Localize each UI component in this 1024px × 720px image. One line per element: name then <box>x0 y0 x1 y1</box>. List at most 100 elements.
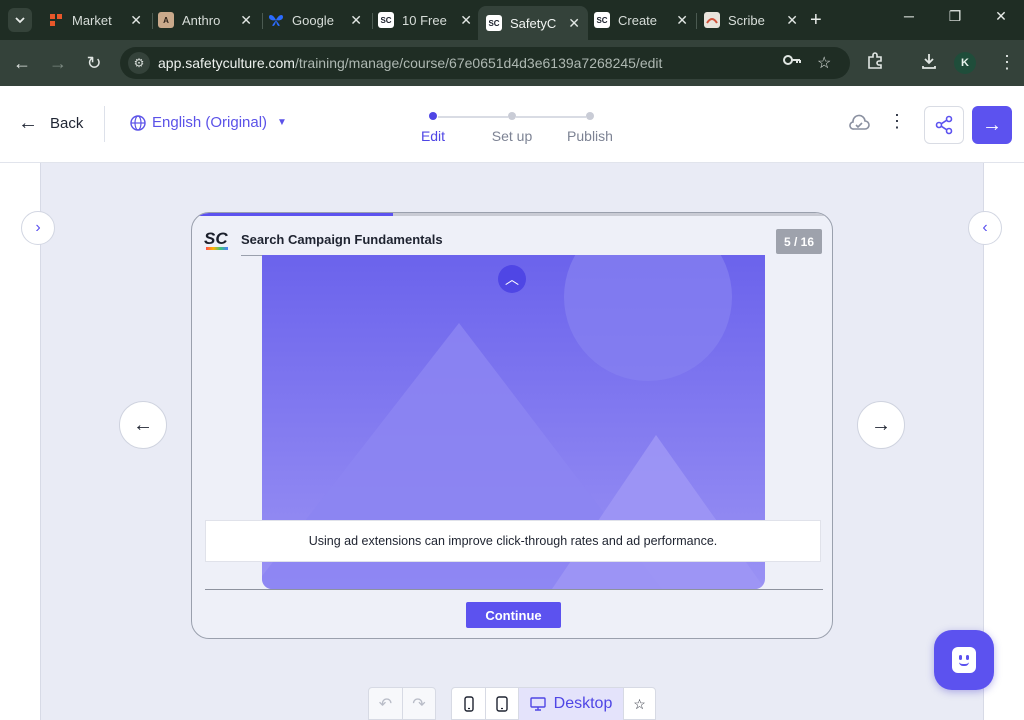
chevron-down-icon <box>15 17 25 24</box>
expand-left-panel-button[interactable]: › <box>21 211 55 245</box>
step-dot <box>429 112 437 120</box>
extensions-icon[interactable] <box>866 52 884 75</box>
editor-header: ← Back English (Original) ▼ Edit Set up … <box>0 86 1024 163</box>
desktop-preview-button[interactable]: Desktop <box>518 688 623 720</box>
tab-title: Google <box>292 12 334 28</box>
tab-title: 10 Free <box>402 12 447 28</box>
restore-icon[interactable]: ❐ <box>943 8 967 25</box>
browser-tab[interactable]: Market ✕ <box>40 6 150 34</box>
next-step-button[interactable]: → <box>972 106 1012 144</box>
device-preview-switcher: Desktop ☆ <box>451 687 656 720</box>
browser-forward-icon[interactable]: → <box>46 52 70 74</box>
caret-down-icon: ▼ <box>277 117 287 128</box>
phone-icon <box>463 696 474 712</box>
progress-stepper: Edit Set up Publish <box>405 109 625 149</box>
browser-tab[interactable]: SC Create ✕ <box>586 6 696 34</box>
tab-title: Scribe <box>728 12 765 28</box>
more-options-icon[interactable]: ⋮ <box>888 111 906 132</box>
download-icon[interactable] <box>920 52 938 75</box>
close-icon[interactable]: ✕ <box>240 12 252 29</box>
password-key-icon[interactable] <box>782 53 802 72</box>
desktop-label: Desktop <box>553 695 613 712</box>
scribe-icon <box>704 12 720 28</box>
browser-menu-icon[interactable]: ⋮ <box>998 52 1016 73</box>
back-button[interactable]: ← Back <box>18 112 84 134</box>
safetyculture-logo: SC <box>204 229 228 250</box>
browser-tab[interactable]: A Anthro ✕ <box>150 6 260 34</box>
collapse-media-button[interactable]: ︿ <box>498 265 526 293</box>
profile-avatar[interactable]: K <box>954 52 976 74</box>
step-edit[interactable]: Edit <box>393 109 473 144</box>
close-icon[interactable]: ✕ <box>350 12 362 29</box>
browser-tab[interactable]: Scribe ✕ <box>696 6 806 34</box>
site-settings-icon[interactable]: ⚙ <box>128 52 150 74</box>
mobile-preview-button[interactable] <box>452 688 485 720</box>
divider <box>205 589 823 590</box>
chevron-left-icon: ‹ <box>982 219 988 236</box>
step-publish[interactable]: Publish <box>550 109 630 144</box>
undo-icon[interactable]: ↶ <box>369 688 402 720</box>
cloud-saved-icon <box>848 114 870 134</box>
arrow-left-icon: ← <box>133 413 153 436</box>
back-label: Back <box>50 114 84 132</box>
previous-slide-button[interactable]: ← <box>119 401 167 449</box>
browser-tab-active[interactable]: SC SafetyC ✕ <box>478 6 588 40</box>
continue-button[interactable]: Continue <box>466 602 561 628</box>
new-tab-button[interactable]: + <box>810 10 822 30</box>
address-bar[interactable]: ⚙ app.safetyculture.com/training/manage/… <box>120 47 850 79</box>
tablet-preview-button[interactable] <box>485 688 518 720</box>
window-close-icon[interactable]: ✕ <box>989 8 1013 25</box>
arrow-right-icon: → <box>871 413 891 436</box>
globe-icon <box>130 114 146 131</box>
butterfly-icon <box>268 12 284 28</box>
expand-right-panel-button[interactable]: ‹ <box>968 211 1002 245</box>
star-icon: ☆ <box>633 695 646 712</box>
slide-caption[interactable]: Using ad extensions can improve click-th… <box>205 520 821 562</box>
anthropic-icon: A <box>158 12 174 28</box>
safetyculture-icon: SC <box>486 15 502 31</box>
tab-title: Market <box>72 12 112 28</box>
chat-bot-icon <box>952 647 976 673</box>
next-slide-button[interactable]: → <box>857 401 905 449</box>
close-icon[interactable]: ✕ <box>568 15 580 32</box>
arrow-left-icon: ← <box>18 112 38 134</box>
step-label: Edit <box>420 128 446 144</box>
divider <box>104 106 105 142</box>
redo-icon[interactable]: ↷ <box>401 688 435 720</box>
tab-search-button[interactable] <box>8 8 32 32</box>
course-progress-bar <box>192 213 832 216</box>
minimize-icon[interactable]: ─ <box>897 8 921 24</box>
history-controls: ↶ ↷ <box>368 687 436 720</box>
favorite-button[interactable]: ☆ <box>623 688 655 720</box>
browser-tab[interactable]: Google ✕ <box>260 6 370 34</box>
slide-counter: 5 / 16 <box>776 229 822 254</box>
close-icon[interactable]: ✕ <box>130 12 142 29</box>
step-label: Set up <box>491 128 533 144</box>
chat-support-button[interactable] <box>934 630 994 690</box>
share-icon <box>935 115 953 135</box>
share-button[interactable] <box>924 106 964 144</box>
close-icon[interactable]: ✕ <box>786 12 798 29</box>
language-label: English (Original) <box>152 114 268 131</box>
step-dot <box>508 112 516 120</box>
slide-preview-card: SC Search Campaign Fundamentals 5 / 16 ︿… <box>191 212 833 639</box>
chevron-right-icon: › <box>35 219 41 236</box>
safetyculture-icon: SC <box>594 12 610 28</box>
arrow-right-icon: → <box>982 113 1002 136</box>
close-icon[interactable]: ✕ <box>676 12 688 29</box>
marketing-icon <box>48 12 64 28</box>
course-title: Search Campaign Fundamentals <box>241 232 443 247</box>
safetyculture-icon: SC <box>378 12 394 28</box>
tab-title: Anthro <box>182 12 221 28</box>
step-dot <box>586 112 594 120</box>
step-label: Publish <box>567 128 613 144</box>
tablet-icon <box>496 696 508 712</box>
browser-back-icon[interactable]: ← <box>10 52 34 74</box>
reload-icon[interactable]: ↻ <box>82 52 106 74</box>
language-selector[interactable]: English (Original) ▼ <box>130 114 287 131</box>
step-setup[interactable]: Set up <box>472 109 552 144</box>
course-progress-fill <box>192 213 393 216</box>
close-icon[interactable]: ✕ <box>460 12 472 29</box>
bookmark-star-icon[interactable]: ☆ <box>817 53 831 73</box>
browser-tab[interactable]: SC 10 Free ✕ <box>370 6 480 34</box>
